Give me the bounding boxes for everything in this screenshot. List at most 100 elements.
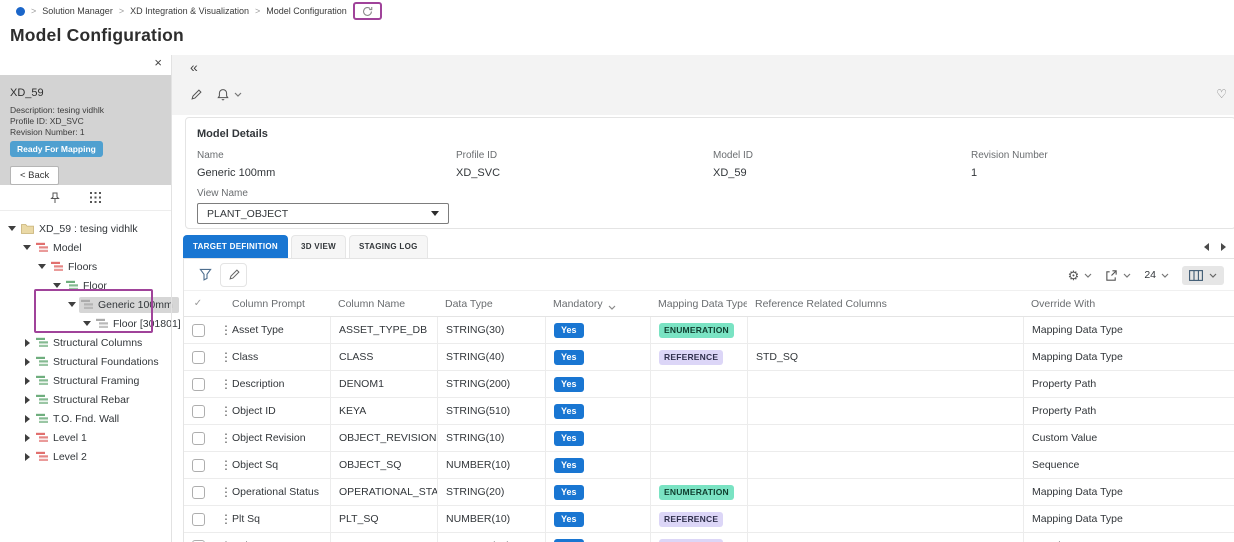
header-mapping-data-type[interactable]: Mapping Data Type bbox=[650, 291, 747, 316]
chevron-right-icon[interactable] bbox=[20, 434, 34, 442]
chevron-right-icon[interactable] bbox=[20, 453, 34, 461]
cell-column-name: OBJECT_SQ bbox=[330, 452, 437, 478]
overflow-menu-icon[interactable]: ⋮ bbox=[220, 324, 230, 336]
page-size-menu[interactable]: 24 bbox=[1144, 269, 1169, 281]
settings-menu[interactable]: ⚙ bbox=[1068, 269, 1093, 282]
tab-target-definition[interactable]: TARGET DEFINITION bbox=[183, 235, 288, 258]
checkbox[interactable] bbox=[192, 432, 205, 445]
breadcrumb-item[interactable]: XD Integration & Visualization bbox=[130, 6, 249, 16]
view-mode-button[interactable] bbox=[1182, 266, 1224, 285]
tab-3d-view[interactable]: 3D VIEW bbox=[291, 235, 346, 258]
breadcrumb-item[interactable]: Solution Manager bbox=[42, 6, 113, 16]
tree-item[interactable]: Structural Rebar bbox=[0, 390, 171, 409]
collapse-panel-icon[interactable]: « bbox=[190, 59, 198, 75]
tree-item[interactable]: Model bbox=[0, 238, 171, 257]
chevron-right-icon[interactable] bbox=[20, 339, 34, 347]
overflow-menu-icon[interactable]: ⋮ bbox=[220, 378, 230, 390]
logo-dot-icon[interactable] bbox=[16, 7, 25, 16]
tree-item[interactable]: Floors bbox=[0, 257, 171, 276]
tree-item[interactable]: Floor [301801] bbox=[0, 314, 171, 333]
checkbox[interactable] bbox=[192, 378, 205, 391]
scroll-right-icon[interactable] bbox=[1221, 243, 1226, 251]
cell-mandatory: Yes bbox=[545, 344, 650, 370]
row-checkbox-cell bbox=[184, 344, 212, 370]
field-value: XD_SVC bbox=[456, 167, 713, 179]
breadcrumb-item[interactable]: Model Configuration bbox=[266, 6, 347, 16]
target-definition-panel: ⚙ 24 ✓Column PromptColumn NameData TypeM… bbox=[183, 258, 1234, 542]
overflow-menu-icon[interactable]: ⋮ bbox=[220, 513, 230, 525]
checkbox[interactable] bbox=[192, 513, 205, 526]
checkbox[interactable] bbox=[192, 351, 205, 364]
cell-override-with: Mapping Data Type bbox=[1023, 479, 1234, 505]
view-name-group: View Name PLANT_OBJECT bbox=[197, 188, 1224, 224]
chevron-down-icon[interactable] bbox=[5, 226, 19, 231]
select-all-checkbox[interactable]: ✓ bbox=[184, 291, 212, 316]
tree-item[interactable]: T.O. Fnd. Wall bbox=[0, 409, 171, 428]
overflow-menu-icon[interactable]: ⋮ bbox=[220, 459, 230, 471]
overflow-menu-icon[interactable]: ⋮ bbox=[220, 486, 230, 498]
refresh-icon[interactable] bbox=[362, 6, 373, 17]
close-icon[interactable]: × bbox=[154, 56, 162, 69]
tree-item[interactable]: Structural Foundations bbox=[0, 352, 171, 371]
checkbox[interactable] bbox=[192, 324, 205, 337]
tree-item[interactable]: Structural Columns bbox=[0, 333, 171, 352]
cell-mandatory: Yes bbox=[545, 533, 650, 542]
chevron-down-icon[interactable] bbox=[65, 302, 79, 307]
cell-reference-related-columns: STD_SQ bbox=[747, 344, 1023, 370]
chevron-right-icon[interactable] bbox=[20, 377, 34, 385]
tree-item[interactable]: Generic 100mm bbox=[0, 295, 171, 314]
header-column-name[interactable]: Column Name bbox=[330, 291, 437, 316]
chevron-right-icon[interactable] bbox=[20, 358, 34, 366]
mapping-type-badge: REFERENCE bbox=[659, 539, 723, 542]
edit-icon[interactable] bbox=[190, 89, 202, 101]
view-name-select[interactable]: PLANT_OBJECT bbox=[197, 203, 449, 224]
filter-icon[interactable] bbox=[199, 268, 212, 281]
table-row: ⋮DescriptionDENOM1STRING(200)YesProperty… bbox=[184, 371, 1234, 398]
tree-item[interactable]: Floor bbox=[0, 276, 171, 295]
detail-field: NameGeneric 100mm bbox=[197, 150, 456, 179]
edit-columns-button[interactable] bbox=[220, 263, 247, 287]
header-mandatory[interactable]: Mandatory bbox=[545, 291, 650, 316]
mandatory-badge: Yes bbox=[554, 350, 584, 365]
back-button[interactable]: < Back bbox=[10, 166, 59, 185]
scroll-left-icon[interactable] bbox=[1204, 243, 1209, 251]
header-override-with[interactable]: Override With bbox=[1023, 291, 1234, 316]
notifications-menu[interactable] bbox=[217, 88, 242, 101]
chevron-right-icon[interactable] bbox=[20, 415, 34, 423]
row-checkbox-cell bbox=[184, 425, 212, 451]
tab-staging-log[interactable]: STAGING LOG bbox=[349, 235, 428, 258]
mandatory-badge: Yes bbox=[554, 458, 584, 473]
info-line: Description: tesing vidhlk bbox=[10, 105, 161, 116]
pin-icon[interactable] bbox=[50, 192, 60, 204]
checkbox[interactable] bbox=[192, 486, 205, 499]
field-value: XD_59 bbox=[713, 167, 971, 179]
status-badge: Ready For Mapping bbox=[10, 141, 103, 157]
page-title: Model Configuration bbox=[10, 25, 184, 46]
tree-item[interactable]: Level 1 bbox=[0, 428, 171, 447]
header-data-type[interactable]: Data Type bbox=[437, 291, 545, 316]
tree-item[interactable]: Level 2 bbox=[0, 447, 171, 466]
table-row: ⋮Plt SqPLT_SQNUMBER(10)YesREFERENCEMappi… bbox=[184, 506, 1234, 533]
mapping-type-badge: ENUMERATION bbox=[659, 323, 734, 338]
layers-icon bbox=[36, 356, 48, 367]
chevron-right-icon[interactable] bbox=[20, 396, 34, 404]
overflow-menu-icon[interactable]: ⋮ bbox=[220, 432, 230, 444]
checkbox[interactable] bbox=[192, 459, 205, 472]
tree-item[interactable]: XD_59 : tesing vidhlk bbox=[0, 219, 171, 238]
export-menu[interactable] bbox=[1105, 269, 1131, 282]
apps-grid-icon[interactable] bbox=[90, 192, 101, 203]
chevron-down-icon[interactable] bbox=[35, 264, 49, 269]
info-line-value: tesing vidhlk bbox=[55, 105, 104, 115]
chevron-down-icon[interactable] bbox=[50, 283, 64, 288]
header-reference-related-columns[interactable]: Reference Related Columns bbox=[747, 291, 1023, 316]
checkbox[interactable] bbox=[192, 405, 205, 418]
overflow-menu-icon[interactable]: ⋮ bbox=[220, 351, 230, 363]
chevron-down-icon[interactable] bbox=[20, 245, 34, 250]
tree-item[interactable]: Structural Framing bbox=[0, 371, 171, 390]
info-line-value: 1 bbox=[78, 127, 85, 137]
chevron-down-icon[interactable] bbox=[80, 321, 94, 326]
header-column-prompt[interactable]: Column Prompt bbox=[230, 291, 330, 316]
sort-chevron-icon[interactable] bbox=[608, 305, 616, 310]
overflow-menu-icon[interactable]: ⋮ bbox=[220, 405, 230, 417]
favorite-heart-icon[interactable]: ♡ bbox=[1216, 87, 1227, 101]
